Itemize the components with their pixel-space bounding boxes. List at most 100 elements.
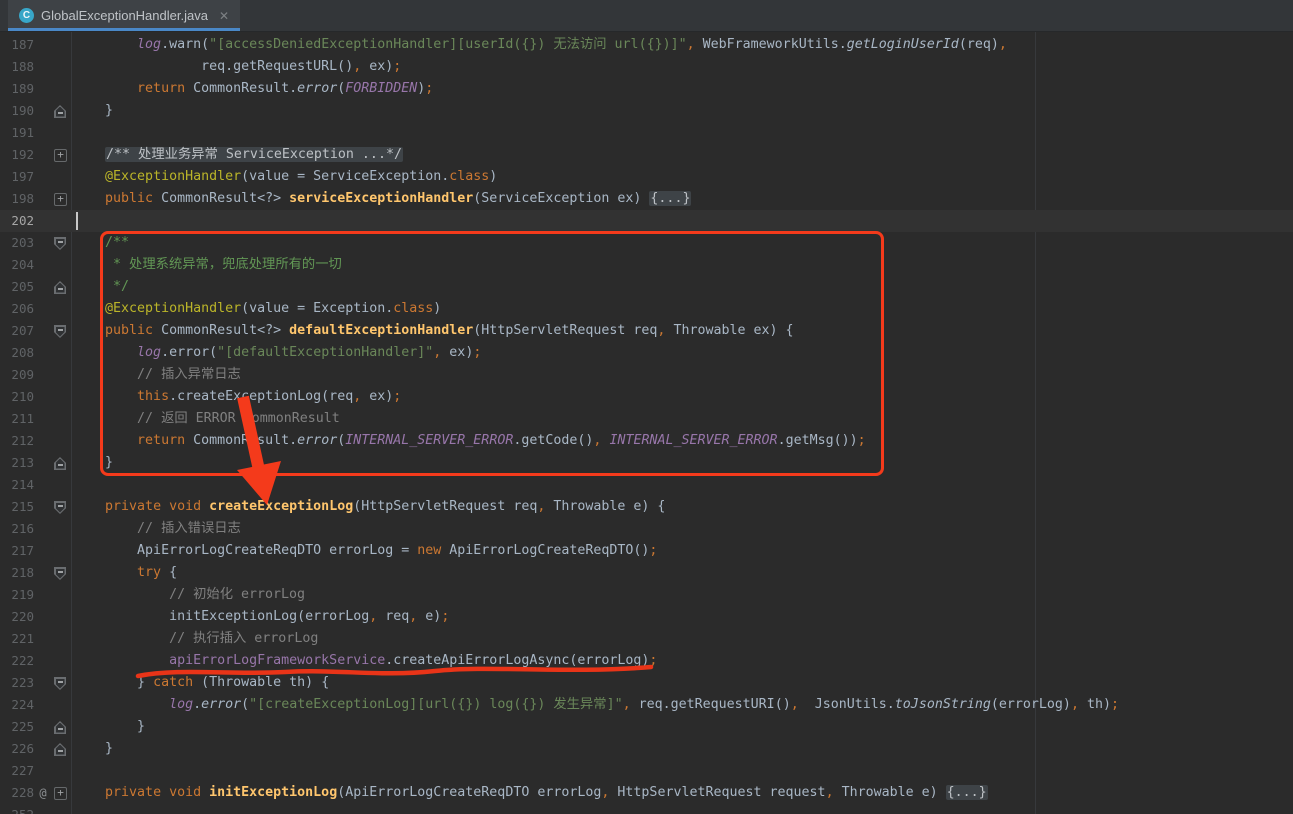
line-number[interactable]: 224 <box>0 694 34 716</box>
fold-down-icon[interactable] <box>52 320 69 342</box>
line-number[interactable]: 197 <box>0 166 34 188</box>
code-line-214[interactable]: 214 <box>0 474 1293 496</box>
line-number[interactable]: 227 <box>0 760 34 782</box>
line-number[interactable]: 220 <box>0 606 34 628</box>
line-number[interactable]: 212 <box>0 430 34 452</box>
code-text: // 插入错误日志 <box>69 518 241 540</box>
line-number[interactable]: 209 <box>0 364 34 386</box>
fold-down-icon[interactable] <box>52 232 69 254</box>
fold-up-icon[interactable] <box>52 452 69 474</box>
line-number[interactable]: 207 <box>0 320 34 342</box>
code-line-206[interactable]: 206 @ExceptionHandler(value = Exception.… <box>0 298 1293 320</box>
fold-cell-empty <box>52 364 69 386</box>
line-number[interactable]: 208 <box>0 342 34 364</box>
code-line-205[interactable]: 205 */ <box>0 276 1293 298</box>
line-number[interactable]: 191 <box>0 122 34 144</box>
line-number[interactable]: 215 <box>0 496 34 518</box>
line-number[interactable]: 213 <box>0 452 34 474</box>
fold-up-icon[interactable] <box>52 716 69 738</box>
folded-region-chip[interactable]: /** 处理业务异常 ServiceException ...*/ <box>105 147 403 162</box>
line-number[interactable]: 211 <box>0 408 34 430</box>
tab-globalexceptionhandler[interactable]: C GlobalExceptionHandler.java ✕ <box>8 0 240 31</box>
fold-cell-empty <box>52 298 69 320</box>
code-line-190[interactable]: 190 } <box>0 100 1293 122</box>
fold-up-icon[interactable] <box>52 100 69 122</box>
code-line-210[interactable]: 210 this.createExceptionLog(req, ex); <box>0 386 1293 408</box>
code-line-189[interactable]: 189 return CommonResult.error(FORBIDDEN)… <box>0 78 1293 100</box>
line-number[interactable]: 226 <box>0 738 34 760</box>
line-number[interactable]: 187 <box>0 34 34 56</box>
line-number[interactable]: 225 <box>0 716 34 738</box>
line-number[interactable]: 210 <box>0 386 34 408</box>
fold-down-icon[interactable] <box>52 496 69 518</box>
line-number[interactable]: 188 <box>0 56 34 78</box>
line-number[interactable]: 218 <box>0 562 34 584</box>
folded-region-chip[interactable]: {...} <box>649 191 691 206</box>
line-number[interactable]: 190 <box>0 100 34 122</box>
code-line-208[interactable]: 208 log.error("[defaultExceptionHandler]… <box>0 342 1293 364</box>
code-line-224[interactable]: 224 log.error("[createExceptionLog][url(… <box>0 694 1293 716</box>
code-line-221[interactable]: 221 // 执行插入 errorLog <box>0 628 1293 650</box>
code-text: @ExceptionHandler(value = Exception.clas… <box>69 298 441 320</box>
line-number[interactable]: 205 <box>0 276 34 298</box>
line-number[interactable]: 203 <box>0 232 34 254</box>
fold-down-icon[interactable] <box>52 672 69 694</box>
code-line-227[interactable]: 227 <box>0 760 1293 782</box>
code-line-202[interactable]: 202 <box>0 210 1293 232</box>
line-number[interactable]: 206 <box>0 298 34 320</box>
code-line-222[interactable]: 222 apiErrorLogFrameworkService.createAp… <box>0 650 1293 672</box>
tab-close-icon[interactable]: ✕ <box>219 9 229 23</box>
code-line-198[interactable]: 198+ public CommonResult<?> serviceExcep… <box>0 188 1293 210</box>
code-line-215[interactable]: 215 private void createExceptionLog(Http… <box>0 496 1293 518</box>
code-line-228[interactable]: 228@+ private void initExceptionLog(ApiE… <box>0 782 1293 804</box>
code-line-204[interactable]: 204 * 处理系统异常，兜底处理所有的一切 <box>0 254 1293 276</box>
code-line-187[interactable]: 187 log.warn("[accessDeniedExceptionHand… <box>0 34 1293 56</box>
code-line-203[interactable]: 203 /** <box>0 232 1293 254</box>
line-number[interactable]: 216 <box>0 518 34 540</box>
fold-cell-empty <box>52 760 69 782</box>
code-line-207[interactable]: 207 public CommonResult<?> defaultExcept… <box>0 320 1293 342</box>
code-line-213[interactable]: 213 } <box>0 452 1293 474</box>
fold-plus-icon[interactable]: + <box>52 188 69 210</box>
fold-up-icon[interactable] <box>52 276 69 298</box>
code-line-191[interactable]: 191 <box>0 122 1293 144</box>
fold-up-icon[interactable] <box>52 738 69 760</box>
fold-plus-icon[interactable]: + <box>52 782 69 804</box>
code-line-212[interactable]: 212 return CommonResult.error(INTERNAL_S… <box>0 430 1293 452</box>
code-line-188[interactable]: 188 req.getRequestURL(), ex); <box>0 56 1293 78</box>
code-line-218[interactable]: 218 try { <box>0 562 1293 584</box>
code-line-219[interactable]: 219 // 初始化 errorLog <box>0 584 1293 606</box>
line-number[interactable]: 222 <box>0 650 34 672</box>
code-line-225[interactable]: 225 } <box>0 716 1293 738</box>
line-number[interactable]: 189 <box>0 78 34 100</box>
code-text: // 插入异常日志 <box>69 364 241 386</box>
code-line-209[interactable]: 209 // 插入异常日志 <box>0 364 1293 386</box>
code-line-223[interactable]: 223 } catch (Throwable th) { <box>0 672 1293 694</box>
folded-region-chip[interactable]: {...} <box>946 785 988 800</box>
line-number[interactable]: 217 <box>0 540 34 562</box>
code-line-217[interactable]: 217 ApiErrorLogCreateReqDTO errorLog = n… <box>0 540 1293 562</box>
code-line-216[interactable]: 216 // 插入错误日志 <box>0 518 1293 540</box>
code-line-192[interactable]: 192 + /** 处理业务异常 ServiceException ...*/ <box>0 144 1293 166</box>
line-number[interactable]: 192 <box>0 144 34 166</box>
line-number[interactable]: 252 <box>0 804 34 814</box>
line-number[interactable]: 214 <box>0 474 34 496</box>
line-number[interactable]: 219 <box>0 584 34 606</box>
code-editor[interactable]: 187 log.warn("[accessDeniedExceptionHand… <box>0 32 1293 814</box>
code-line-220[interactable]: 220 initExceptionLog(errorLog, req, e); <box>0 606 1293 628</box>
fold-down-icon[interactable] <box>52 562 69 584</box>
code-line-226[interactable]: 226 } <box>0 738 1293 760</box>
line-number[interactable]: 221 <box>0 628 34 650</box>
fold-plus-icon[interactable]: + <box>52 144 69 166</box>
code-line-197[interactable]: 197 @ExceptionHandler(value = ServiceExc… <box>0 166 1293 188</box>
annotation-gutter-icon[interactable]: @ <box>34 782 52 804</box>
line-number[interactable]: 202 <box>0 210 34 232</box>
code-line-252[interactable]: 252 <box>0 804 1293 814</box>
code-line-211[interactable]: 211 // 返回 ERROR CommonResult <box>0 408 1293 430</box>
line-number[interactable]: 228 <box>0 782 34 804</box>
line-number[interactable]: 198 <box>0 188 34 210</box>
code-text: private void initExceptionLog(ApiErrorLo… <box>69 782 988 804</box>
line-number[interactable]: 223 <box>0 672 34 694</box>
code-text: * 处理系统异常，兜底处理所有的一切 <box>69 254 342 276</box>
line-number[interactable]: 204 <box>0 254 34 276</box>
